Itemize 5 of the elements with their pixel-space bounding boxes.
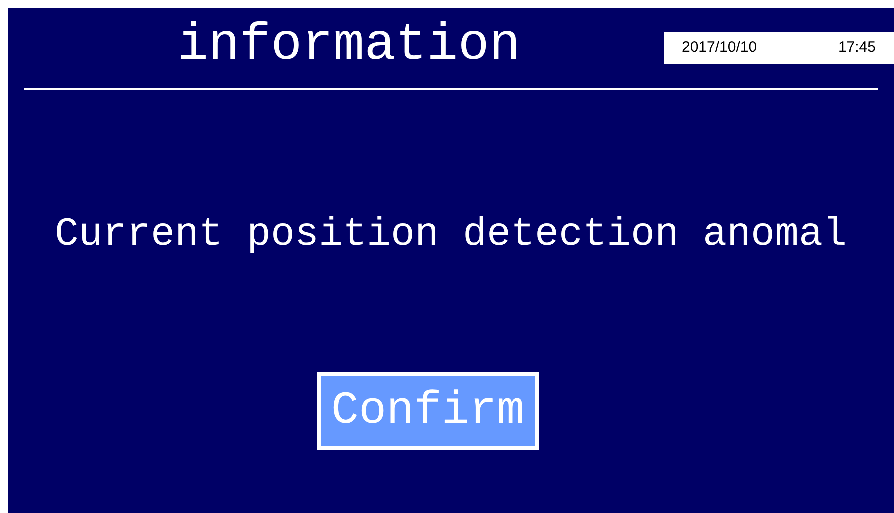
time-text: 17:45 (838, 38, 876, 58)
confirm-button[interactable]: Confirm (317, 372, 539, 450)
date-text: 2017/10/10 (682, 38, 758, 58)
message-text: Current position detection anomal (54, 216, 848, 256)
screen-title: information (177, 20, 521, 72)
